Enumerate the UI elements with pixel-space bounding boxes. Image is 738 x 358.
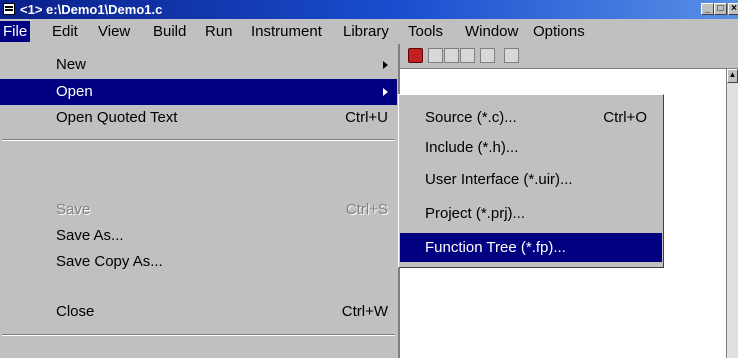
submenu-item-include[interactable]: Include (*.h)... [400,133,662,162]
step-over-icon[interactable] [444,48,459,63]
maximize-button[interactable]: □ [714,3,727,15]
variables-icon[interactable] [480,48,495,63]
open-submenu: Source (*.c)... Ctrl+O Include (*.h)... … [398,94,664,268]
include-label: Include (*.h)... [425,139,519,156]
submenu-arrow-icon [383,61,388,69]
open-quoted-label: Open Quoted Text [56,109,178,126]
scroll-up-icon[interactable]: ▲ [727,69,738,83]
save-as-label: Save As... [56,227,124,244]
menu-tools[interactable]: Tools [405,21,446,42]
submenu-item-source[interactable]: Source (*.c)... Ctrl+O [400,103,662,132]
menu-item-close[interactable]: Close Ctrl+W [0,299,397,325]
user-interface-label: User Interface (*.uir)... [425,171,573,188]
minimize-button[interactable]: _ [701,3,714,15]
file-menu: New Open Open Quoted Text Ctrl+U Save Ct… [0,44,400,358]
menu-window[interactable]: Window [462,21,521,42]
title-bar: <1> e:\Demo1\Demo1.c _ □ × [0,0,738,19]
app-icon[interactable] [3,3,15,15]
menu-file[interactable]: File [0,21,31,42]
source-shortcut: Ctrl+O [603,109,647,126]
new-label: New [56,56,87,73]
menu-item-new[interactable]: New [0,52,397,78]
function-tree-label: Function Tree (*.fp)... [425,239,566,256]
save-label: Save [56,201,91,218]
close-label: Close [56,303,95,320]
menu-separator [2,139,395,141]
menu-instrument[interactable]: Instrument [248,21,325,42]
menu-bar: File Edit View Build Run Instrument Libr… [0,19,738,44]
menu-options[interactable]: Options [530,21,588,42]
menu-item-save[interactable]: Save Ctrl+S [0,197,397,223]
menu-library[interactable]: Library [340,21,392,42]
open-quoted-shortcut: Ctrl+U [345,109,388,126]
stop-icon[interactable] [408,48,423,63]
save-shortcut: Ctrl+S [345,201,388,218]
menu-separator [2,334,395,336]
menu-build[interactable]: Build [150,21,189,42]
close-shortcut: Ctrl+W [341,303,388,320]
source-label: Source (*.c)... [425,109,517,126]
submenu-item-project[interactable]: Project (*.prj)... [400,199,662,228]
menu-item-save-as[interactable]: Save As... [0,223,397,249]
menu-view[interactable]: View [95,21,133,42]
submenu-arrow-icon [383,88,388,96]
project-label: Project (*.prj)... [425,205,526,222]
step-into-icon[interactable] [428,48,443,63]
save-copy-as-label: Save Copy As... [56,253,163,270]
close-window-button[interactable]: × [728,3,738,15]
menu-run[interactable]: Run [202,21,236,42]
window-title: <1> e:\Demo1\Demo1.c [20,2,163,17]
menu-item-open-quoted-text[interactable]: Open Quoted Text Ctrl+U [0,105,397,131]
open-label: Open [56,83,93,100]
watch-icon[interactable] [504,48,519,63]
submenu-item-user-interface[interactable]: User Interface (*.uir)... [400,165,662,194]
breakpoint-icon[interactable] [460,48,475,63]
vertical-scrollbar[interactable]: ▲ [726,69,738,358]
menu-item-open[interactable]: Open [0,79,397,105]
toolbar [400,44,738,69]
submenu-item-function-tree[interactable]: Function Tree (*.fp)... [400,233,662,262]
menu-item-save-copy-as[interactable]: Save Copy As... [0,249,397,275]
menu-edit[interactable]: Edit [49,21,81,42]
